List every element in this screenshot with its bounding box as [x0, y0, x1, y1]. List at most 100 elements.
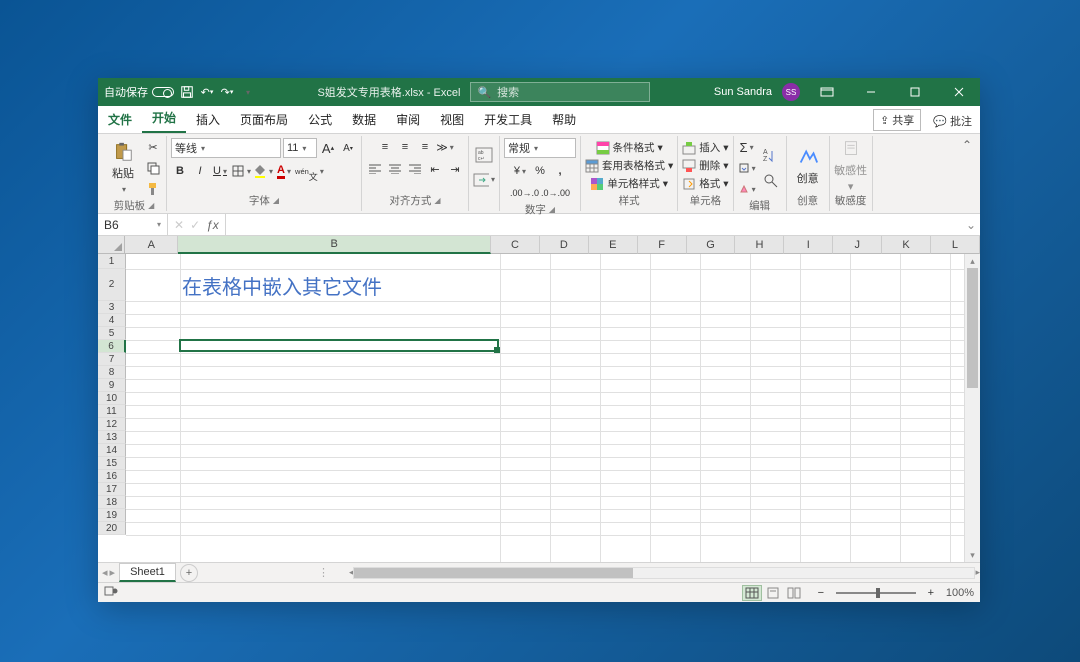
borders-icon[interactable]	[231, 162, 251, 180]
tab-data[interactable]: 数据	[342, 106, 386, 133]
new-sheet-button[interactable]: +	[180, 564, 198, 582]
insert-function-icon[interactable]: ƒx	[206, 218, 219, 232]
row-header[interactable]: 2	[98, 269, 126, 301]
row-header[interactable]: 3	[98, 301, 126, 314]
fill-color-icon[interactable]	[253, 162, 273, 180]
row-header[interactable]: 10	[98, 392, 126, 405]
scroll-up-icon[interactable]: ▴	[965, 254, 980, 268]
format-painter-icon[interactable]	[144, 180, 162, 198]
autosave-toggle[interactable]: 自动保存	[104, 84, 174, 100]
scroll-down-icon[interactable]: ▾	[965, 548, 980, 562]
record-macro-icon[interactable]	[104, 585, 118, 600]
number-launcher-icon[interactable]: ◢	[549, 205, 555, 214]
row-header[interactable]: 1	[98, 254, 126, 269]
find-select-icon[interactable]	[760, 170, 782, 192]
cancel-formula-icon[interactable]: ✕	[174, 218, 184, 232]
tab-file[interactable]: 文件	[98, 106, 142, 133]
minimize-button[interactable]	[854, 78, 888, 106]
tab-developer[interactable]: 开发工具	[474, 106, 542, 133]
column-header[interactable]: B	[178, 236, 491, 254]
percent-format-icon[interactable]: %	[531, 162, 549, 180]
align-launcher-icon[interactable]: ◢	[434, 196, 440, 205]
qat-more-icon[interactable]	[240, 85, 254, 99]
clear-icon[interactable]	[738, 180, 756, 198]
tab-help[interactable]: 帮助	[542, 106, 586, 133]
column-header[interactable]: F	[638, 236, 687, 254]
undo-icon[interactable]: ↶▾	[200, 85, 214, 99]
cut-icon[interactable]: ✂	[144, 138, 162, 156]
increase-indent-icon[interactable]: ⇥	[446, 160, 464, 178]
comma-format-icon[interactable]: ,	[551, 162, 569, 180]
column-header[interactable]: L	[931, 236, 980, 254]
column-header[interactable]: D	[540, 236, 589, 254]
underline-button[interactable]: U	[211, 162, 229, 180]
insert-cells-button[interactable]: 插入▾	[682, 140, 728, 155]
row-header[interactable]: 15	[98, 457, 126, 470]
paste-button[interactable]: 粘贴	[106, 141, 140, 195]
column-header[interactable]: J	[833, 236, 882, 254]
tab-page-layout[interactable]: 页面布局	[230, 106, 298, 133]
zoom-slider[interactable]	[836, 592, 916, 594]
align-center-icon[interactable]	[386, 160, 404, 178]
wrap-text-icon[interactable]: abc↵	[473, 144, 495, 166]
sheet-nav-next-icon[interactable]: ▸	[110, 566, 116, 579]
bold-button[interactable]: B	[171, 162, 189, 180]
row-header[interactable]: 8	[98, 366, 126, 379]
font-name-combo[interactable]: 等线▾	[171, 138, 281, 158]
column-header[interactable]: A	[125, 236, 178, 254]
collapse-ribbon-icon[interactable]: ⌃	[958, 136, 976, 211]
copy-icon[interactable]	[144, 159, 162, 177]
row-header[interactable]: 9	[98, 379, 126, 392]
avatar[interactable]: SS	[782, 83, 800, 101]
format-cells-button[interactable]: 格式▾	[682, 176, 728, 191]
tab-home[interactable]: 开始	[142, 104, 186, 133]
cells-area[interactable]: 在表格中嵌入其它文件	[126, 254, 964, 562]
redo-icon[interactable]: ↷▾	[220, 85, 234, 99]
row-header[interactable]: 7	[98, 353, 126, 366]
maximize-button[interactable]	[898, 78, 932, 106]
view-page-break-icon[interactable]	[784, 585, 804, 601]
enter-formula-icon[interactable]: ✓	[190, 218, 200, 232]
sheet-nav-prev-icon[interactable]: ◂	[102, 566, 108, 579]
row-header[interactable]: 17	[98, 483, 126, 496]
sheet-tab-1[interactable]: Sheet1	[119, 563, 176, 582]
horizontal-scrollbar[interactable]: ◂ ▸	[349, 566, 980, 580]
scroll-right-icon[interactable]: ▸	[975, 566, 980, 580]
row-header[interactable]: 19	[98, 509, 126, 522]
align-top-icon[interactable]: ≡	[376, 138, 394, 156]
accounting-format-icon[interactable]: ¥	[511, 162, 529, 180]
font-launcher-icon[interactable]: ◢	[273, 196, 279, 205]
autosum-icon[interactable]: Σ	[738, 138, 756, 156]
column-header[interactable]: I	[784, 236, 833, 254]
increase-decimal-icon[interactable]: .00→.0	[510, 184, 539, 202]
comments-button[interactable]: 💬批注	[925, 109, 980, 133]
row-header[interactable]: 14	[98, 444, 126, 457]
search-box[interactable]: 🔍 搜索	[470, 82, 650, 102]
format-as-table-button[interactable]: 套用表格格式▾	[585, 158, 673, 173]
tab-view[interactable]: 视图	[430, 106, 474, 133]
delete-cells-button[interactable]: 删除▾	[682, 158, 728, 173]
sort-filter-icon[interactable]: AZ	[760, 145, 782, 167]
italic-button[interactable]: I	[191, 162, 209, 180]
column-header[interactable]: C	[491, 236, 540, 254]
row-header[interactable]: 16	[98, 470, 126, 483]
ribbon-display-icon[interactable]	[810, 78, 844, 106]
column-header[interactable]: K	[882, 236, 931, 254]
align-right-icon[interactable]	[406, 160, 424, 178]
column-header[interactable]: H	[735, 236, 784, 254]
view-page-layout-icon[interactable]	[763, 585, 783, 601]
phonetic-icon[interactable]: wén文	[295, 162, 324, 180]
decrease-decimal-icon[interactable]: .0→.00	[541, 184, 570, 202]
cell-styles-button[interactable]: 单元格样式▾	[590, 176, 668, 191]
orientation-icon[interactable]: ≫	[436, 138, 454, 156]
close-button[interactable]	[942, 78, 976, 106]
number-format-combo[interactable]: 常规▾	[504, 138, 576, 158]
share-button[interactable]: ⇪共享	[873, 109, 921, 131]
clipboard-launcher-icon[interactable]: ◢	[148, 201, 154, 210]
zoom-out-icon[interactable]: −	[812, 584, 830, 602]
ideas-button[interactable]: 创意	[791, 146, 825, 186]
name-box[interactable]: B6▾	[98, 214, 168, 235]
fill-icon[interactable]	[738, 159, 756, 177]
save-icon[interactable]	[180, 85, 194, 99]
row-header[interactable]: 12	[98, 418, 126, 431]
